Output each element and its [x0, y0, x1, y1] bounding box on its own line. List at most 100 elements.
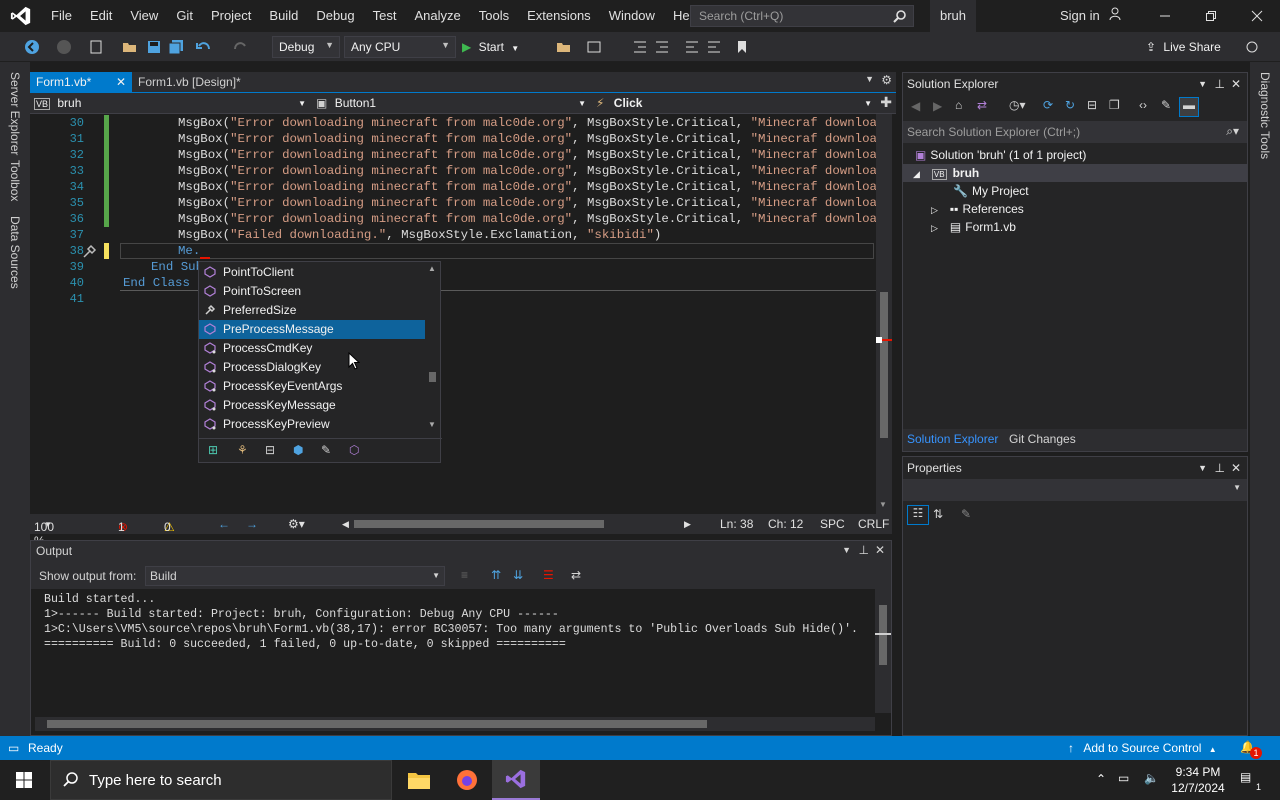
server-explorer-tab[interactable]: Server Explorer: [8, 72, 22, 155]
scroll-right-arrow-icon[interactable]: ▶: [684, 519, 691, 530]
editor-vertical-scrollbar[interactable]: ▼: [876, 114, 892, 514]
output-source-dropdown[interactable]: Build ▼: [145, 566, 445, 586]
diagnostic-tools-tab[interactable]: Diagnostic Tools: [1258, 72, 1272, 159]
pending-changes-filter-icon[interactable]: ◷▾: [1009, 98, 1026, 112]
expand-arrow-icon[interactable]: ▷: [931, 205, 938, 215]
sign-in-button[interactable]: Sign in: [1060, 0, 1123, 32]
tree-my-project[interactable]: 🔧 My Project: [953, 182, 1029, 200]
scroll-left-arrow-icon[interactable]: ◀: [342, 519, 349, 530]
menu-project[interactable]: Project: [202, 0, 260, 32]
view-code-icon[interactable]: ‹›: [1139, 98, 1147, 112]
solution-configuration-dropdown[interactable]: Debug ▼: [272, 36, 340, 58]
window-position-chevron-icon[interactable]: ▼: [1198, 457, 1207, 479]
solution-name-badge[interactable]: bruh: [930, 0, 976, 32]
code-cleanup-icon[interactable]: ⚙▾: [288, 517, 305, 531]
show-hidden-icons-chevron-icon[interactable]: ⌃: [1096, 772, 1106, 786]
completion-item[interactable]: ProcessKeyMessage: [199, 396, 425, 415]
open-file-icon[interactable]: [122, 39, 138, 55]
scroll-down-arrow-icon[interactable]: ▼: [428, 420, 436, 429]
tab-form1-design[interactable]: Form1.vb [Design]*: [132, 72, 292, 92]
new-project-icon[interactable]: [88, 39, 104, 55]
redo-icon[interactable]: [232, 39, 248, 55]
filter-expand-icon[interactable]: ⊞: [208, 443, 218, 457]
restore-button[interactable]: [1188, 0, 1234, 32]
scroll-thumb[interactable]: [880, 292, 888, 438]
find-message-icon[interactable]: ≡: [461, 568, 468, 582]
completion-item[interactable]: ProcessDialogKey: [199, 358, 425, 377]
search-icon[interactable]: ⌕▾: [1226, 124, 1239, 139]
pin-icon[interactable]: ⊥: [1215, 457, 1225, 479]
toolbox-tab[interactable]: Toolbox: [8, 160, 22, 201]
close-icon[interactable]: ✕: [116, 72, 126, 92]
tab-list-chevron-icon[interactable]: ▼: [865, 74, 874, 84]
scroll-thumb[interactable]: [879, 605, 887, 665]
alphabetical-sort-icon[interactable]: ⇅: [933, 507, 943, 521]
switch-views-icon[interactable]: ⇄: [977, 98, 987, 112]
menu-debug[interactable]: Debug: [307, 0, 363, 32]
minimize-button[interactable]: [1142, 0, 1188, 32]
system-clock[interactable]: 9:34 PM 12/7/2024: [1166, 764, 1230, 796]
network-icon[interactable]: ▭: [1118, 771, 1129, 785]
property-pages-wrench-icon[interactable]: ✎: [961, 507, 971, 521]
clear-all-icon[interactable]: ☰: [543, 568, 554, 582]
menu-git[interactable]: Git: [167, 0, 202, 32]
output-horizontal-scrollbar[interactable]: [35, 717, 875, 731]
settings-gear-icon[interactable]: ⚙: [881, 73, 892, 87]
menu-analyze[interactable]: Analyze: [405, 0, 469, 32]
collapse-all-icon[interactable]: ⊟: [1087, 98, 1097, 112]
categorized-icon[interactable]: ☷: [907, 505, 929, 525]
line-ending-indicator[interactable]: CRLF: [858, 517, 889, 531]
go-to-next-message-icon[interactable]: ⇊: [513, 568, 523, 582]
refresh-icon[interactable]: ↻: [1065, 98, 1075, 112]
live-share-button[interactable]: ⇪ Live Share: [1146, 36, 1221, 58]
tab-solution-explorer[interactable]: Solution Explorer: [907, 432, 998, 446]
completion-item[interactable]: ProcessKeyEventArgs: [199, 377, 425, 396]
menu-extensions[interactable]: Extensions: [518, 0, 600, 32]
start-windows-icon[interactable]: [0, 760, 48, 800]
outdent-icon[interactable]: [632, 39, 648, 55]
action-center-icon[interactable]: ▤: [1240, 770, 1251, 784]
feedback-icon[interactable]: [1244, 39, 1260, 55]
data-sources-tab[interactable]: Data Sources: [8, 216, 22, 289]
add-to-source-control-button[interactable]: ↑ Add to Source Control ▲: [1068, 741, 1217, 755]
close-window-button[interactable]: [1234, 0, 1280, 32]
scroll-thumb[interactable]: [47, 720, 707, 728]
undo-icon[interactable]: [196, 39, 212, 55]
toggle-word-wrap-icon[interactable]: ⇄: [571, 568, 581, 582]
object-selector-dropdown[interactable]: ▼: [903, 479, 1247, 501]
forward-icon[interactable]: ▶: [933, 99, 942, 113]
home-icon[interactable]: ⌂: [955, 98, 962, 112]
start-debugging-button[interactable]: ▶ Start ▼: [462, 36, 519, 58]
scroll-down-arrow-icon[interactable]: ▼: [879, 500, 887, 509]
show-all-files-icon[interactable]: ❐: [1109, 98, 1120, 112]
filter-method-icon[interactable]: ⬡: [349, 443, 359, 457]
go-to-previous-message-icon[interactable]: ⇈: [491, 568, 501, 582]
close-icon[interactable]: ✕: [1231, 73, 1241, 95]
taskbar-search-input[interactable]: Type here to search: [50, 760, 392, 800]
menu-file[interactable]: File: [42, 0, 81, 32]
menu-tools[interactable]: Tools: [470, 0, 518, 32]
open-folder-icon[interactable]: [556, 39, 572, 55]
code-editor[interactable]: 30 31 32 33 34 35 36 37 38 39 40 41 MsgB…: [30, 114, 878, 514]
scroll-thumb[interactable]: [429, 372, 436, 382]
firefox-icon[interactable]: [444, 760, 490, 800]
comment-icon[interactable]: [684, 39, 700, 55]
completion-item[interactable]: PreferredSize: [199, 301, 425, 320]
tree-solution[interactable]: ▣ Solution 'bruh' (1 of 1 project): [915, 146, 1086, 164]
search-input[interactable]: Search (Ctrl+Q): [690, 5, 914, 27]
menu-view[interactable]: View: [121, 0, 167, 32]
window-position-chevron-icon[interactable]: ▼: [1198, 73, 1207, 95]
filter-members-icon[interactable]: ⚘: [237, 443, 248, 457]
screenshot-icon[interactable]: [586, 39, 602, 55]
back-icon[interactable]: ◀: [911, 99, 920, 113]
next-issue-arrow-icon[interactable]: →: [246, 517, 258, 531]
visual-studio-taskbar-icon[interactable]: [492, 760, 540, 800]
tab-git-changes[interactable]: Git Changes: [1009, 432, 1076, 446]
close-icon[interactable]: ✕: [1231, 457, 1241, 479]
tree-references[interactable]: ▷ ▪▪ References: [931, 200, 1024, 218]
solution-explorer-search-input[interactable]: Search Solution Explorer (Ctrl+;) ⌕▾: [903, 121, 1247, 143]
menu-build[interactable]: Build: [260, 0, 307, 32]
indent-icon[interactable]: [654, 39, 670, 55]
file-explorer-icon[interactable]: [396, 760, 442, 800]
completion-item-selected[interactable]: PreProcessMessage: [199, 320, 425, 339]
